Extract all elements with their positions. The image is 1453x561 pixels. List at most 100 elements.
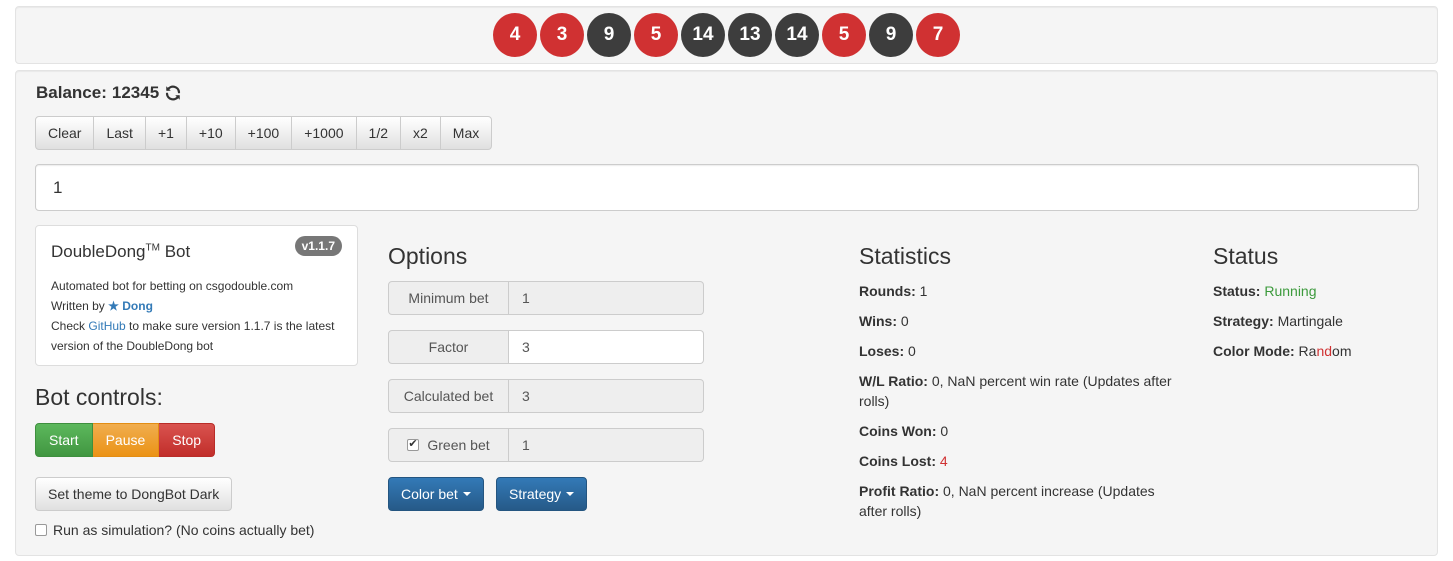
- roll-history-ball: 9: [587, 13, 631, 57]
- roll-history-ball: 4: [493, 13, 537, 57]
- description-line: Automated bot for betting on csgodouble.…: [51, 279, 294, 293]
- green-bet-label-group: Green bet: [388, 428, 509, 462]
- roll-history-ball: 9: [869, 13, 913, 57]
- status-label: Status:: [1213, 283, 1261, 299]
- bet-button[interactable]: Clear: [35, 116, 95, 150]
- bot-title: DoubleDongTM Bot: [51, 242, 190, 262]
- green-bet-label: Green bet: [427, 437, 490, 453]
- roll-history: 4 3 9 5 14 13 14 5 9 7: [493, 13, 960, 57]
- caret-down-icon: [462, 492, 471, 496]
- color-mode-label: Color Mode:: [1213, 343, 1295, 359]
- color-bet-dropdown[interactable]: Color bet: [388, 477, 484, 511]
- main-panel: Balance: 12345 Clear Last +1 +10 +100 +1000 1/…: [15, 70, 1438, 556]
- color-bet-label: Color bet: [401, 486, 458, 502]
- balance: Balance: 12345: [36, 83, 182, 103]
- dark-theme-button[interactable]: Set theme to DongBot Dark: [35, 477, 233, 511]
- wl-ratio-label: W/L Ratio:: [859, 373, 928, 389]
- roll-history-bar: 4 3 9 5 14 13 14 5 9 7: [15, 6, 1438, 64]
- simulation-option: Run as simulation? (No coins actually be…: [35, 522, 314, 538]
- refresh-icon[interactable]: [164, 84, 182, 102]
- pause-button[interactable]: Pause: [92, 423, 160, 457]
- green-bet-input[interactable]: 1: [509, 428, 704, 462]
- bet-amount-value: 1: [53, 177, 63, 197]
- stat-rounds: Rounds: 1: [859, 281, 927, 301]
- stat-wl-ratio: W/L Ratio: 0, NaN percent win rate (Upda…: [859, 371, 1199, 411]
- start-button[interactable]: Start: [35, 423, 93, 457]
- stat-profit-ratio: Profit Ratio: 0, NaN percent increase (U…: [859, 481, 1179, 521]
- bet-button[interactable]: Last: [94, 116, 146, 150]
- strategy-line: Strategy: Martingale: [1213, 311, 1343, 331]
- color-mode-part: Ra: [1298, 343, 1317, 359]
- roll-history-ball: 13: [728, 13, 772, 57]
- calculated-bet-input: 3: [509, 379, 704, 413]
- check-line: Check GitHub to make sure version 1.1.7 …: [51, 316, 346, 336]
- green-bet-row: Green bet 1: [388, 428, 704, 462]
- bet-button[interactable]: x2: [401, 116, 441, 150]
- roll-history-ball: 5: [822, 13, 866, 57]
- bot-control-buttons: Start Pause Stop: [35, 423, 216, 457]
- stat-coins-won: Coins Won: 0: [859, 421, 948, 441]
- strategy-dropdown[interactable]: Strategy: [496, 477, 588, 511]
- rounds-label: Rounds:: [859, 283, 916, 299]
- status-heading: Status: [1213, 243, 1279, 269]
- bot-controls-heading: Bot controls:: [35, 384, 163, 410]
- green-bet-checkbox[interactable]: [407, 437, 420, 451]
- trademark-symbol: TM: [145, 242, 160, 254]
- author-line: Written by ★ Dong: [51, 296, 346, 316]
- status-line: Status: Running: [1213, 281, 1317, 301]
- bet-button[interactable]: +100: [235, 116, 293, 150]
- color-mode-value: Random: [1299, 343, 1352, 359]
- loses-label: Loses:: [859, 343, 905, 359]
- coins-won-label: Coins Won:: [859, 423, 937, 439]
- factor-input[interactable]: 3: [509, 330, 704, 364]
- profit-ratio-label: Profit Ratio:: [859, 483, 940, 499]
- wins-label: Wins:: [859, 313, 897, 329]
- calculated-bet-label: Calculated bet: [388, 379, 509, 413]
- bet-button[interactable]: Max: [440, 116, 493, 150]
- bet-button[interactable]: +1: [145, 116, 187, 150]
- author-link[interactable]: Dong: [122, 299, 153, 313]
- status-value: Running: [1264, 283, 1317, 299]
- options-heading: Options: [388, 243, 468, 269]
- bet-amount-input[interactable]: 1: [35, 164, 1419, 211]
- minimum-bet-row: Minimum bet 1: [388, 281, 704, 315]
- color-mode-part: nd: [1316, 343, 1333, 359]
- bet-button[interactable]: 1/2: [356, 116, 401, 150]
- check-prefix: Check: [51, 319, 89, 333]
- stat-coins-lost: Coins Lost: 4: [859, 451, 948, 471]
- strategy-label: Strategy: [509, 486, 562, 502]
- simulation-checkbox[interactable]: [35, 524, 47, 536]
- stat-loses: Loses: 0: [859, 341, 916, 361]
- coins-lost-label: Coins Lost:: [859, 453, 936, 469]
- bet-button[interactable]: +10: [186, 116, 236, 150]
- profit-ratio-value: 0, NaN percent increase (Updates: [943, 483, 1155, 499]
- bet-amount-buttons: Clear Last +1 +10 +100 +1000 1/2 x2 Max: [35, 116, 493, 150]
- github-link[interactable]: GitHub: [88, 319, 125, 333]
- roll-history-ball: 5: [634, 13, 678, 57]
- profit-ratio-value-cont: after rolls): [859, 503, 922, 519]
- bot-info-panel: DoubleDongTM Bot v1.1.7 Automated bot fo…: [35, 225, 358, 366]
- roll-history-ball: 7: [916, 13, 960, 57]
- loses-value: 0: [908, 343, 916, 359]
- roll-history-ball: 14: [775, 13, 819, 57]
- coins-lost-value: 4: [939, 453, 948, 469]
- simulation-label: Run as simulation? (No coins actually be…: [53, 522, 315, 538]
- wl-ratio-value-cont: rolls): [859, 393, 890, 409]
- bet-button[interactable]: +1000: [292, 116, 357, 150]
- strategy-status-value: Martingale: [1277, 313, 1343, 329]
- stop-button[interactable]: Stop: [159, 423, 216, 457]
- calculated-bet-row: Calculated bet 3: [388, 379, 704, 413]
- factor-label: Factor: [388, 330, 509, 364]
- minimum-bet-label: Minimum bet: [388, 281, 509, 315]
- factor-row: Factor 3: [388, 330, 704, 364]
- balance-value: 12345: [111, 83, 160, 102]
- roll-history-ball: 3: [540, 13, 584, 57]
- color-mode-part: om: [1332, 343, 1352, 359]
- bot-description: Automated bot for betting on csgodouble.…: [51, 276, 346, 356]
- bot-title-suffix: Bot: [159, 242, 191, 261]
- check-suffix: to make sure version 1.1.7 is the latest: [125, 319, 335, 333]
- star-icon: ★: [108, 299, 119, 313]
- stat-wins: Wins: 0: [859, 311, 909, 331]
- color-mode-line: Color Mode: Random: [1213, 341, 1351, 361]
- minimum-bet-input[interactable]: 1: [509, 281, 704, 315]
